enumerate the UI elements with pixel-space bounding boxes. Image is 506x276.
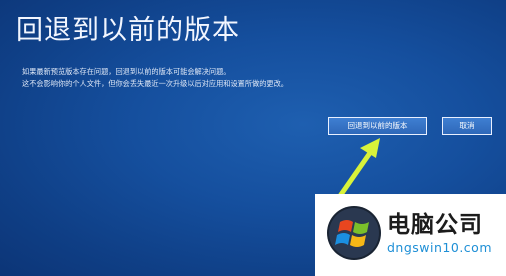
watermark-name: 电脑公司 bbox=[387, 212, 483, 238]
watermark-logo: 电脑公司 dngswin10.com bbox=[315, 194, 506, 276]
windows-flag-icon bbox=[327, 206, 381, 260]
watermark-url: dngswin10.com bbox=[387, 240, 492, 255]
